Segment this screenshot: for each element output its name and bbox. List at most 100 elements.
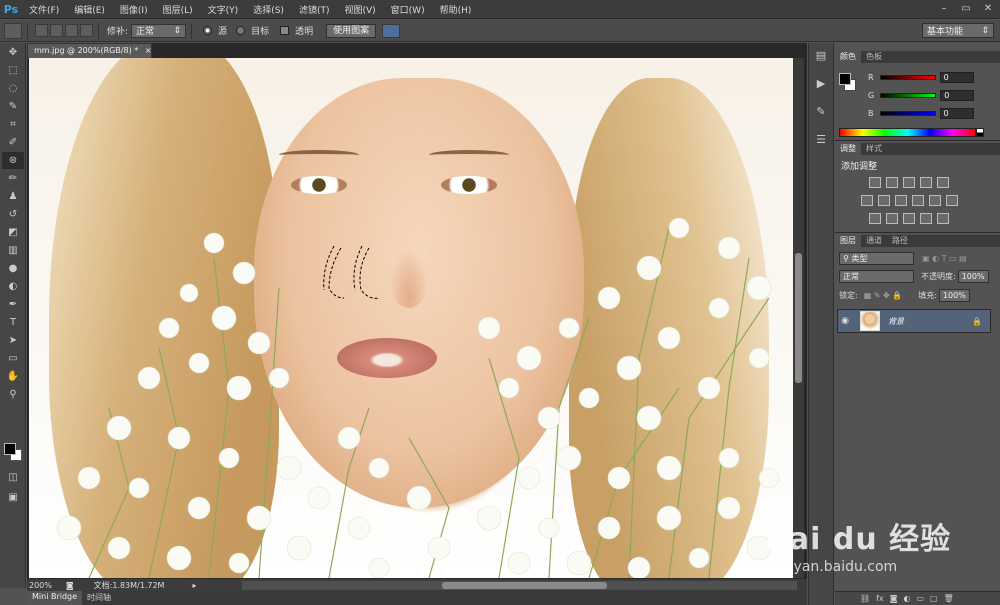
curves-icon[interactable]: [903, 177, 915, 188]
tab-color[interactable]: 颜色: [835, 51, 861, 63]
clone-stamp-tool-icon[interactable]: ♟: [2, 188, 24, 205]
properties-panel-icon[interactable]: ☰: [812, 133, 830, 149]
add-mask-icon[interactable]: ◙: [890, 594, 898, 603]
red-slider[interactable]: [879, 74, 936, 80]
info-icon[interactable]: ◙: [66, 581, 74, 590]
menu-layer[interactable]: 图层(L): [156, 3, 201, 16]
gradient-tool-icon[interactable]: ▥: [2, 242, 24, 259]
type-tool-icon[interactable]: T: [2, 314, 24, 331]
quick-mask-icon[interactable]: ◫: [2, 469, 24, 486]
transparent-checkbox[interactable]: [280, 26, 290, 35]
pattern-picker-icon[interactable]: [382, 23, 401, 38]
delete-layer-icon[interactable]: 🗑: [944, 594, 954, 603]
tab-swatches[interactable]: 色板: [861, 51, 887, 63]
new-layer-icon[interactable]: ▢: [930, 594, 938, 603]
foreground-color-swatch[interactable]: [4, 443, 16, 455]
subtract-selection-icon[interactable]: [65, 24, 78, 37]
workspace-select[interactable]: 基本功能 ⇕: [922, 23, 994, 38]
color-lookup-icon[interactable]: [946, 195, 958, 206]
menu-edit[interactable]: 编辑(E): [67, 3, 113, 16]
menu-window[interactable]: 窗口(W): [384, 3, 433, 16]
exposure-icon[interactable]: [920, 177, 932, 188]
gradient-map-icon[interactable]: [937, 213, 949, 224]
layer-row-background[interactable]: ◉ 背景 🔒: [837, 309, 991, 333]
horizontal-scrollbar[interactable]: [242, 581, 797, 590]
brush-panel-icon[interactable]: ✎: [812, 105, 830, 121]
actions-panel-icon[interactable]: ▶: [812, 77, 830, 93]
adjustment-layer-icon[interactable]: ◐: [903, 594, 910, 603]
blur-tool-icon[interactable]: ●: [2, 260, 24, 277]
menu-filter[interactable]: 滤镜(T): [292, 3, 338, 16]
use-pattern-button[interactable]: 使用图案: [326, 23, 377, 38]
marquee-tool-icon[interactable]: ⬚: [2, 62, 24, 79]
add-selection-icon[interactable]: [50, 24, 63, 37]
photo-filter-icon[interactable]: [912, 195, 924, 206]
blue-value[interactable]: 0: [939, 107, 974, 119]
fg-color-chip[interactable]: [839, 73, 851, 85]
layer-kind-filter[interactable]: ⚲ 类型: [839, 251, 914, 265]
close-icon[interactable]: ×: [145, 46, 152, 55]
path-select-tool-icon[interactable]: ➤: [2, 332, 24, 349]
repair-mode-select[interactable]: 正常 ⇕: [131, 23, 187, 38]
minimize-button[interactable]: –: [936, 2, 952, 16]
horizontal-scroll-thumb[interactable]: [442, 582, 607, 589]
menu-file[interactable]: 文件(F): [22, 3, 67, 16]
tab-timeline[interactable]: 时间轴: [82, 591, 116, 605]
lock-options-icons[interactable]: ▦ ✎ ✥ 🔒: [864, 291, 903, 300]
layer-style-icon[interactable]: fx: [876, 594, 884, 603]
green-value[interactable]: 0: [940, 89, 975, 101]
move-tool-icon[interactable]: ✥: [2, 44, 24, 61]
green-slider[interactable]: [880, 92, 937, 98]
intersect-selection-icon[interactable]: [80, 24, 93, 37]
tab-paths[interactable]: 路径: [887, 235, 913, 247]
hand-tool-icon[interactable]: ✋: [2, 368, 24, 385]
threshold-icon[interactable]: [903, 213, 915, 224]
restore-button[interactable]: ▭: [958, 2, 974, 16]
status-menu-arrow-icon[interactable]: ▸: [192, 581, 196, 590]
menu-view[interactable]: 视图(V): [337, 3, 383, 16]
patch-tool-preset-icon[interactable]: [4, 22, 22, 39]
new-selection-icon[interactable]: [35, 24, 48, 37]
tab-styles[interactable]: 样式: [861, 143, 887, 155]
opacity-value[interactable]: 100%: [957, 269, 989, 283]
quick-select-tool-icon[interactable]: ✎: [2, 98, 24, 115]
fill-value[interactable]: 100%: [938, 288, 970, 302]
menu-help[interactable]: 帮助(H): [433, 3, 480, 16]
invert-icon[interactable]: [869, 213, 881, 224]
zoom-level[interactable]: 200%: [29, 581, 52, 590]
tab-mini-bridge[interactable]: Mini Bridge: [27, 591, 83, 605]
menu-image[interactable]: 图像(I): [113, 3, 156, 16]
lasso-tool-icon[interactable]: ◌: [2, 80, 24, 97]
history-panel-icon[interactable]: ▤: [812, 49, 830, 65]
screen-mode-icon[interactable]: ▣: [2, 489, 24, 506]
brightness-icon[interactable]: [869, 177, 881, 188]
shape-tool-icon[interactable]: ▭: [2, 350, 24, 367]
hue-saturation-icon[interactable]: [861, 195, 873, 206]
eraser-tool-icon[interactable]: ◩: [2, 224, 24, 241]
menu-select[interactable]: 选择(S): [246, 3, 292, 16]
close-window-button[interactable]: ✕: [980, 2, 996, 16]
menu-type[interactable]: 文字(Y): [201, 3, 247, 16]
brush-tool-icon[interactable]: ✏: [2, 170, 24, 187]
blend-mode-select[interactable]: 正常: [839, 269, 914, 283]
selective-color-icon[interactable]: [920, 213, 932, 224]
vertical-scrollbar[interactable]: [793, 58, 804, 578]
group-icon[interactable]: ▭: [916, 594, 924, 603]
dodge-tool-icon[interactable]: ◐: [2, 278, 24, 295]
target-radio[interactable]: [236, 26, 246, 35]
black-white-ramp[interactable]: [976, 128, 984, 137]
tab-layers[interactable]: 图层: [835, 235, 861, 247]
tab-channels[interactable]: 通道: [861, 235, 887, 247]
posterize-icon[interactable]: [886, 213, 898, 224]
link-layers-icon[interactable]: ⛓: [860, 594, 870, 603]
channel-mixer-icon[interactable]: [929, 195, 941, 206]
eyedropper-tool-icon[interactable]: ✐: [2, 134, 24, 151]
document-tab[interactable]: mm.jpg @ 200%(RGB/8) * ×: [27, 43, 152, 58]
history-brush-tool-icon[interactable]: ↺: [2, 206, 24, 223]
black-white-icon[interactable]: [895, 195, 907, 206]
patch-tool-icon[interactable]: ⊛: [2, 152, 24, 169]
red-value[interactable]: 0: [939, 71, 974, 83]
vibrance-icon[interactable]: [937, 177, 949, 188]
vertical-scroll-thumb[interactable]: [795, 253, 802, 383]
pen-tool-icon[interactable]: ✒: [2, 296, 24, 313]
